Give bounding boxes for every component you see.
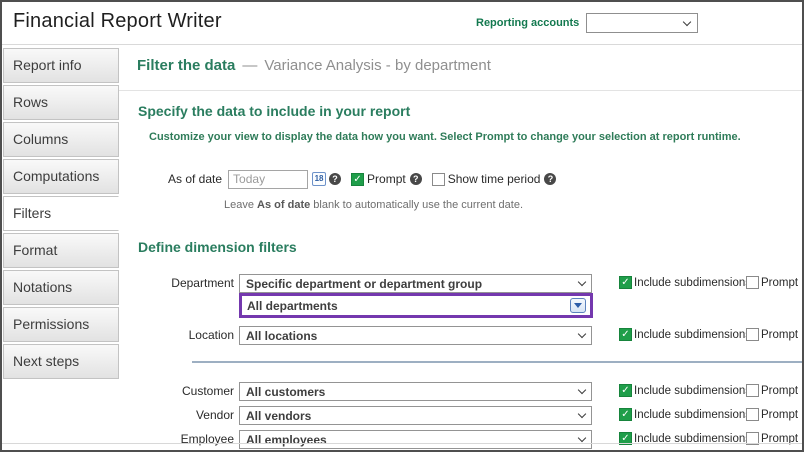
location-prompt-group: Prompt: [746, 328, 798, 341]
prompt-checkbox[interactable]: [746, 328, 759, 341]
specify-description-suffix: to change your selection at report runti…: [517, 131, 741, 143]
customer-select-value: All customers: [246, 385, 579, 399]
department-select-value: Specific department or department group: [246, 277, 579, 291]
as-of-date-input[interactable]: Today: [228, 170, 308, 189]
location-include-group: Include subdimensions: [619, 328, 751, 341]
vendor-label: Vendor: [137, 406, 234, 425]
location-select[interactable]: All locations: [239, 326, 592, 345]
specify-description: Customize your view to display the data …: [149, 131, 741, 143]
employee-select[interactable]: All employees: [239, 430, 592, 449]
note-bold: As of date: [257, 199, 310, 211]
department-subfilter-highlighted[interactable]: All departments: [239, 293, 593, 318]
prompt-label: Prompt: [761, 329, 798, 341]
sidebar-item-report-info[interactable]: Report info: [3, 48, 119, 83]
prompt-checkbox[interactable]: [746, 276, 759, 289]
vendor-include-group: Include subdimensions: [619, 408, 751, 421]
specify-description-bold: Prompt: [475, 131, 514, 143]
page-dash: —: [242, 57, 257, 74]
prompt-label: Prompt: [761, 385, 798, 397]
department-label: Department: [137, 274, 234, 293]
include-subdimensions-checkbox[interactable]: [619, 408, 632, 421]
include-subdimensions-checkbox[interactable]: [619, 384, 632, 397]
chevron-down-icon: [578, 434, 586, 442]
section-divider: [192, 361, 802, 363]
reporting-accounts-select[interactable]: [586, 13, 698, 33]
page-header: Filter the data — Variance Analysis - by…: [137, 57, 491, 74]
as-of-date-row: As of date Today 18 Prompt Show time per…: [168, 169, 556, 189]
sidebar-item-next-steps[interactable]: Next steps: [3, 344, 119, 379]
prompt-checkbox[interactable]: [351, 173, 364, 186]
prompt-label: Prompt: [761, 409, 798, 421]
employee-label: Employee: [137, 430, 234, 449]
location-select-value: All locations: [246, 329, 579, 343]
dimension-row-vendor: Vendor All vendors Include subdimensions…: [137, 406, 802, 425]
include-subdimensions-label: Include subdimensions: [634, 329, 751, 341]
dimension-row-employee: Employee All employees Include subdimens…: [137, 430, 802, 449]
dimension-row-customer: Customer All customers Include subdimens…: [137, 382, 802, 401]
chevron-down-icon: [578, 278, 586, 286]
sidebar-item-permissions[interactable]: Permissions: [3, 307, 119, 342]
bottom-divider: [2, 443, 802, 444]
customer-include-group: Include subdimensions: [619, 384, 751, 397]
filters-heading: Define dimension filters: [138, 239, 297, 255]
vendor-select-value: All vendors: [246, 409, 579, 423]
department-select[interactable]: Specific department or department group: [239, 274, 592, 293]
customer-prompt-group: Prompt: [746, 384, 798, 397]
show-time-period-label: Show time period: [448, 172, 541, 186]
app-window: Financial Report Writer Reporting accoun…: [0, 0, 804, 452]
note-suffix: blank to automatically use the current d…: [313, 199, 523, 211]
sidebar-item-rows[interactable]: Rows: [3, 85, 119, 120]
sidebar-item-columns[interactable]: Columns: [3, 122, 119, 157]
customer-label: Customer: [137, 382, 234, 401]
chevron-down-icon: [578, 410, 586, 418]
reporting-accounts-group: Reporting accounts: [476, 13, 698, 33]
department-prompt-group: Prompt: [746, 276, 798, 289]
page-subtitle: Variance Analysis - by department: [264, 57, 491, 74]
sidebar-item-filters[interactable]: Filters: [3, 196, 119, 231]
department-include-group: Include subdimensions: [619, 276, 751, 289]
prompt-checkbox[interactable]: [746, 408, 759, 421]
include-subdimensions-label: Include subdimensions: [634, 409, 751, 421]
dimension-row-department: Department Specific department or depart…: [137, 274, 802, 293]
show-time-period-checkbox[interactable]: [432, 173, 445, 186]
help-icon[interactable]: [544, 173, 556, 185]
sidebar-item-format[interactable]: Format: [3, 233, 119, 268]
vendor-prompt-group: Prompt: [746, 408, 798, 421]
app-title: Financial Report Writer: [13, 10, 222, 33]
help-icon[interactable]: [329, 173, 341, 185]
department-subfilter-value: All departments: [247, 299, 570, 313]
specify-description-prefix: Customize your view to display the data …: [149, 131, 472, 143]
dropdown-arrow-icon: [574, 303, 582, 308]
vendor-select[interactable]: All vendors: [239, 406, 592, 425]
page-divider: [119, 90, 802, 91]
sidebar: Report info Rows Columns Computations Fi…: [3, 48, 119, 381]
include-subdimensions-checkbox[interactable]: [619, 328, 632, 341]
note-prefix: Leave: [224, 199, 254, 211]
reporting-accounts-label: Reporting accounts: [476, 17, 579, 29]
include-subdimensions-checkbox[interactable]: [619, 276, 632, 289]
prompt-checkbox[interactable]: [746, 384, 759, 397]
help-icon[interactable]: [410, 173, 422, 185]
header-divider: [2, 44, 802, 45]
include-subdimensions-label: Include subdimensions: [634, 385, 751, 397]
chevron-down-icon: [578, 386, 586, 394]
location-label: Location: [137, 326, 234, 345]
specify-heading: Specify the data to include in your repo…: [138, 103, 410, 119]
prompt-checkbox-label: Prompt: [367, 172, 406, 186]
dimension-row-location: Location All locations Include subdimens…: [137, 326, 802, 345]
chevron-down-icon: [683, 17, 691, 25]
as-of-date-label: As of date: [168, 172, 222, 186]
prompt-label: Prompt: [761, 277, 798, 289]
sidebar-item-computations[interactable]: Computations: [3, 159, 119, 194]
sidebar-item-notations[interactable]: Notations: [3, 270, 119, 305]
dropdown-arrow-button[interactable]: [570, 298, 586, 313]
employee-select-value: All employees: [246, 433, 579, 447]
page-title: Filter the data: [137, 57, 235, 74]
as-of-date-note: Leave As of date blank to automatically …: [224, 199, 523, 211]
chevron-down-icon: [578, 330, 586, 338]
include-subdimensions-label: Include subdimensions: [634, 277, 751, 289]
customer-select[interactable]: All customers: [239, 382, 592, 401]
calendar-icon[interactable]: 18: [312, 172, 326, 186]
